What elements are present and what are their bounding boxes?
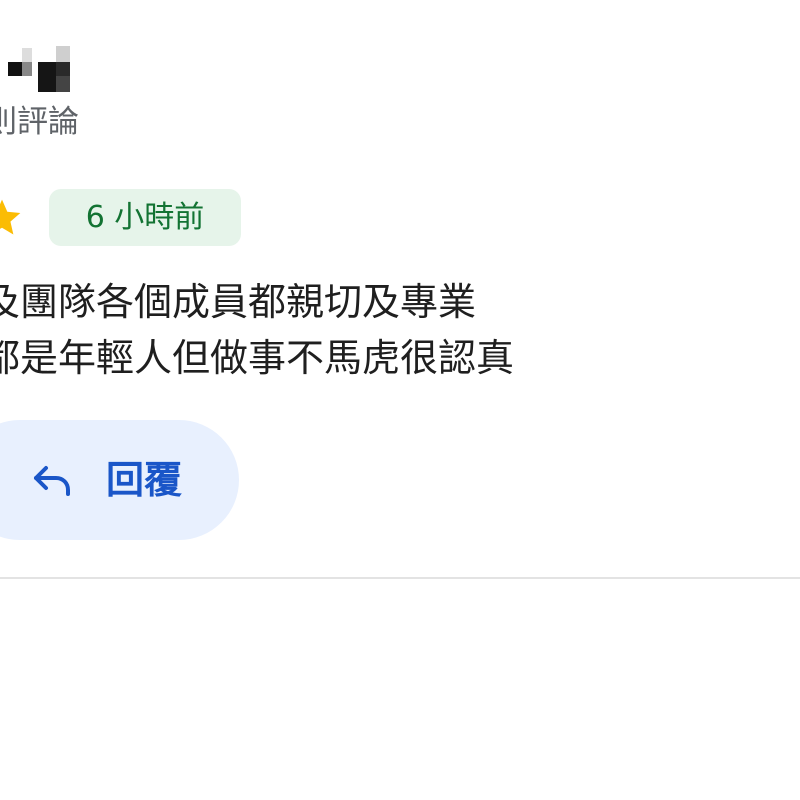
avatar-pixel (22, 48, 32, 62)
reply-label: 回覆 (106, 458, 183, 502)
reviewer-review-count: 則評論 (0, 104, 79, 140)
review-text: 及團隊各個成員都親切及專業 都是年輕人但做事不馬虎很認真 (0, 274, 514, 386)
avatar-pixel (56, 76, 70, 92)
reply-arrow-icon (34, 466, 70, 496)
review-time-badge: 6 小時前 (49, 189, 241, 246)
review-text-line: 都是年輕人但做事不馬虎很認真 (0, 336, 515, 380)
avatar-pixel (38, 62, 56, 92)
divider (0, 577, 800, 579)
reviewer-avatar-pixelated (0, 44, 80, 94)
review-text-line: 及團隊各個成員都親切及專業 (0, 280, 477, 324)
avatar-pixel (56, 46, 70, 62)
avatar-pixel (22, 62, 32, 76)
reply-button[interactable]: 回覆 (0, 420, 239, 540)
avatar-pixel (56, 62, 70, 76)
star-icon (0, 199, 21, 235)
avatar-pixel (8, 62, 22, 76)
